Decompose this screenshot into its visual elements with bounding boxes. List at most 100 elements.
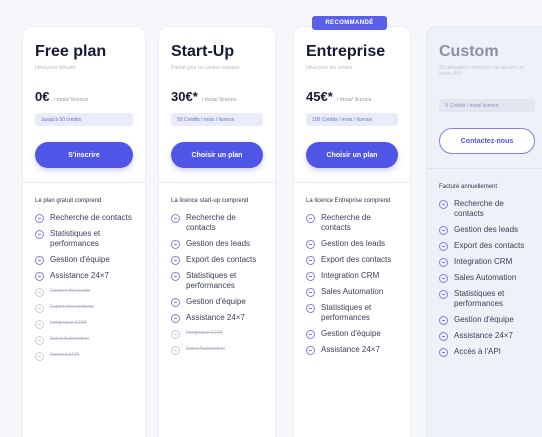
contact-us-button[interactable]: Contactez-nous <box>439 128 535 154</box>
feature-item: Recherche de contacts <box>306 213 398 233</box>
check-circle-icon <box>439 274 448 283</box>
check-circle-icon <box>35 272 44 281</box>
signup-button[interactable]: S'inscrire <box>35 142 133 168</box>
check-circle-icon <box>35 288 44 297</box>
feature-item: Export des contacts <box>439 241 535 251</box>
plan-period: / mois/ licence <box>53 97 89 103</box>
feature-label: Gestion d'équipe <box>186 297 246 306</box>
features-intro: La licence Entreprise comprend <box>306 198 391 204</box>
choose-plan-button[interactable]: Choisir un plan <box>306 142 398 168</box>
feature-item: Gestion d'équipe <box>35 255 133 265</box>
check-circle-icon <box>35 230 44 239</box>
check-circle-icon <box>171 346 180 355</box>
feature-item: Recherche de contacts <box>171 213 263 233</box>
feature-label: Recherche de contacts <box>50 213 132 222</box>
feature-label: Intégration CRM <box>186 330 223 336</box>
feature-item: Statistiques et performances <box>35 229 133 249</box>
feature-label: Statistiques et performances <box>454 289 505 308</box>
feature-label: Recherche de contacts <box>186 213 236 232</box>
divider <box>294 182 410 183</box>
feature-label: Gestion d'équipe <box>50 255 110 264</box>
divider <box>23 182 145 183</box>
feature-item: Intégration CRM <box>35 319 133 329</box>
check-circle-icon <box>35 336 44 345</box>
feature-label: Gestion des leads <box>50 288 91 294</box>
divider <box>427 168 542 169</box>
feature-item: Statistiques et performances <box>306 303 398 323</box>
check-circle-icon <box>439 200 448 209</box>
check-circle-icon <box>439 316 448 325</box>
feature-label: Assistance 24×7 <box>50 271 109 280</box>
feature-list: Recherche de contacts Gestion des leads Ex… <box>306 213 398 355</box>
feature-item: Export des contacts <box>306 255 398 265</box>
feature-label: Gestion des leads <box>454 225 519 234</box>
feature-label: Statistiques et performances <box>50 229 101 248</box>
feature-list: Recherche de contacts Statistiques et per… <box>35 213 133 361</box>
check-circle-icon <box>171 298 180 307</box>
choose-plan-button[interactable]: Choisir un plan <box>171 142 263 168</box>
price-row: 30€* / mois/ licence <box>171 89 263 107</box>
plan-card-free: Free plan Idéal pour débuter 0€ / mois/ … <box>22 26 146 437</box>
check-circle-icon <box>306 256 315 265</box>
feature-label: Assistance 24×7 <box>321 345 380 354</box>
feature-item: Assistance 24×7 <box>171 313 263 323</box>
feature-label: Integration CRM <box>321 271 380 280</box>
plan-title: Entreprise <box>306 43 386 60</box>
plan-subtitle: Idéal pour les ventes <box>306 65 353 71</box>
feature-label: Statistiques et performances <box>186 271 237 290</box>
plan-period: / mois/ licence <box>336 97 372 103</box>
feature-item: Sales Automation <box>35 335 133 345</box>
plan-price: 45€* <box>306 89 333 104</box>
feature-list: Recherche de contacts Gestion des leads Ex… <box>439 199 535 357</box>
check-circle-icon <box>171 272 180 281</box>
feature-label: Recherche de contacts <box>454 199 504 218</box>
feature-item: Gestion d'équipe <box>306 329 398 339</box>
feature-label: Assistance 24×7 <box>186 313 245 322</box>
features-intro: Le plan gratuit comprend <box>35 198 102 204</box>
plan-card-custom: Custom 20 utilisateurs minimum ou utilis… <box>426 26 542 437</box>
check-circle-icon <box>171 240 180 249</box>
feature-item: Gestion des leads <box>439 225 535 235</box>
feature-item: Gestion des leads <box>171 239 263 249</box>
feature-label: Export des contacts <box>321 255 392 264</box>
check-circle-icon <box>439 348 448 357</box>
check-circle-icon <box>306 272 315 281</box>
feature-label: Gestion des leads <box>186 239 251 248</box>
plan-title: Free plan <box>35 43 107 60</box>
plan-subtitle: 20 utilisateurs minimum ou utilisent un … <box>439 65 524 77</box>
check-circle-icon <box>439 242 448 251</box>
check-circle-icon <box>35 304 44 313</box>
feature-label: Accès à l'API <box>454 347 501 356</box>
feature-item: Assistance 24×7 <box>35 271 133 281</box>
feature-label: Export des contacts <box>454 241 525 250</box>
feature-item: Gestion d'équipe <box>171 297 263 307</box>
check-circle-icon <box>439 258 448 267</box>
check-circle-icon <box>35 214 44 223</box>
feature-item: Integration CRM <box>439 257 535 267</box>
feature-item: Assistance 24×7 <box>306 345 398 355</box>
check-circle-icon <box>35 352 44 361</box>
plan-price: 0€ <box>35 89 50 104</box>
plan-title: Start-Up <box>171 43 235 60</box>
feature-label: Export des contacts <box>186 255 257 264</box>
feature-label: Statistiques et performances <box>321 303 372 322</box>
feature-label: Assistance 24×7 <box>454 331 513 340</box>
price-row: 0€ / mois/ licence <box>35 89 133 107</box>
plan-period: / mois/ licence <box>201 97 237 103</box>
check-circle-icon <box>171 214 180 223</box>
feature-label: Intégration CRM <box>50 320 87 326</box>
check-circle-icon <box>171 330 180 339</box>
feature-label: Integration CRM <box>454 257 513 266</box>
credits-pill: 50 Crédits / mois / licence <box>171 113 263 126</box>
plan-price: 30€* <box>171 89 198 104</box>
check-circle-icon <box>439 332 448 341</box>
feature-label: Gestion d'équipe <box>454 315 514 324</box>
feature-item: Gestion des leads <box>35 287 133 297</box>
check-circle-icon <box>35 320 44 329</box>
plan-card-startup: Start-Up Parfait pour les petites équipe… <box>158 26 276 437</box>
check-circle-icon <box>35 256 44 265</box>
credits-pill: 100 Crédits / mois / licence <box>306 113 398 126</box>
feature-item: Sales Automation <box>439 273 535 283</box>
plan-subtitle: Idéal pour débuter <box>35 65 76 71</box>
check-circle-icon <box>439 290 448 299</box>
